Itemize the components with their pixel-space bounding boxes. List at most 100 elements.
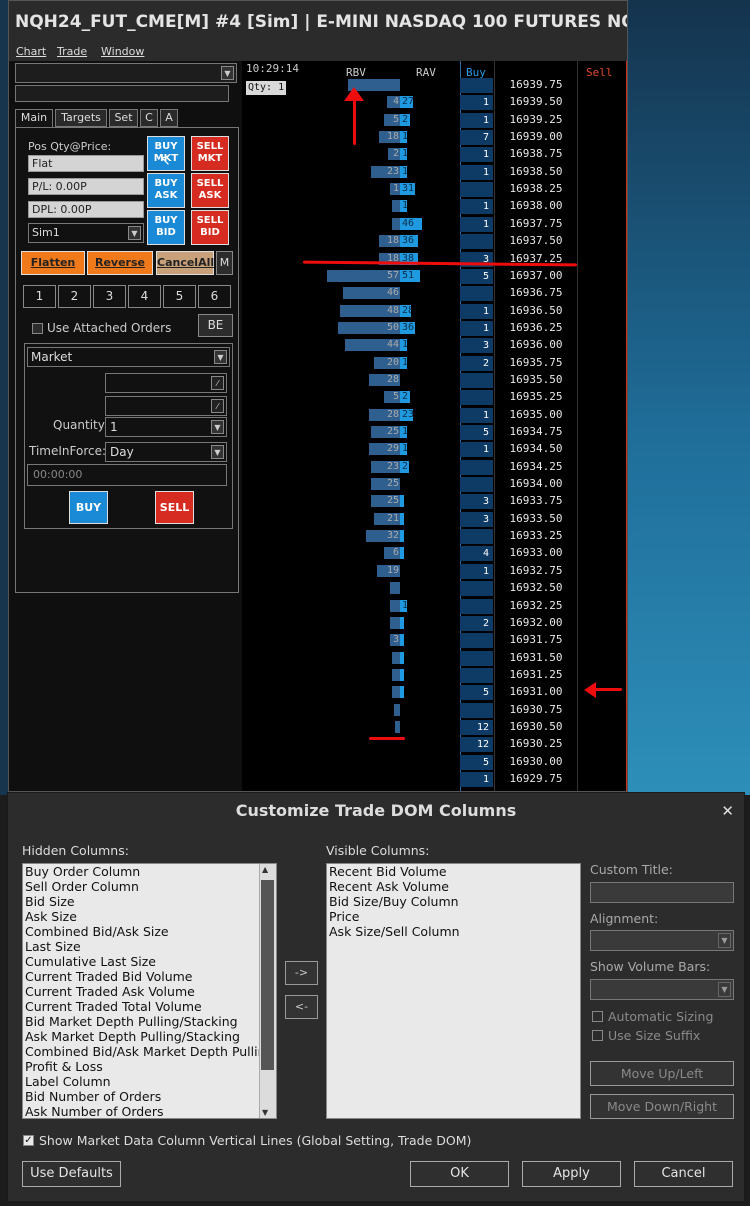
ladder-buy-cell[interactable]	[460, 78, 493, 93]
ladder-price[interactable]: 16939.75	[495, 77, 577, 93]
tab-a[interactable]: A	[160, 109, 178, 127]
visible-column-item[interactable]: Recent Bid Volume	[327, 864, 580, 879]
be-button[interactable]: BE	[198, 314, 233, 337]
apply-button[interactable]: Apply	[522, 1161, 621, 1187]
ladder-buy-cell[interactable]: 12	[460, 719, 493, 735]
ladder-buy-cell[interactable]	[460, 702, 493, 718]
reverse-button[interactable]: Reverse	[87, 251, 153, 275]
scroll-up-icon[interactable]: ▲	[262, 865, 268, 874]
ladder-buy-cell[interactable]: 7	[460, 130, 493, 146]
hidden-column-item[interactable]: Ask Size	[23, 909, 276, 924]
hidden-column-item[interactable]: Current Traded Total Volume	[23, 999, 276, 1014]
visible-column-item[interactable]: Bid Size/Buy Column	[327, 894, 580, 909]
dom-ladder[interactable]: 10:29:14 RBV RAV Buy Sell Qty: 1 16939.7…	[242, 61, 627, 791]
quantity-button-4[interactable]: 4	[128, 285, 161, 308]
hidden-columns-list[interactable]: Buy Order Column Sell Order Column Bid Siz…	[22, 863, 277, 1119]
ladder-price[interactable]: 16937.75	[495, 216, 577, 232]
ladder-buy-cell[interactable]	[460, 390, 493, 406]
sell-button[interactable]: SELL	[155, 491, 194, 524]
ladder-buy-cell[interactable]	[460, 477, 493, 493]
ladder-buy-cell[interactable]: 4	[460, 546, 493, 562]
price-input-1[interactable]: ⁄	[105, 373, 227, 393]
tab-targets[interactable]: Targets	[55, 109, 107, 127]
ladder-price[interactable]: 16935.25	[495, 389, 577, 405]
ladder-buy-cell[interactable]: 1	[460, 216, 493, 232]
show-volume-bars-dropdown[interactable]: ▼	[590, 979, 734, 1000]
ladder-price[interactable]: 16932.75	[495, 563, 577, 579]
scroll-thumb[interactable]	[261, 880, 274, 1070]
automatic-sizing-checkbox[interactable]	[592, 1011, 603, 1022]
ladder-price[interactable]: 16932.50	[495, 580, 577, 596]
ladder-buy-cell[interactable]: 2	[460, 355, 493, 371]
show-lines-checkbox[interactable]: ✓	[23, 1135, 34, 1146]
ladder-price[interactable]: 16931.25	[495, 667, 577, 683]
ladder-price[interactable]: 16937.50	[495, 233, 577, 249]
ladder-price[interactable]: 16935.50	[495, 372, 577, 388]
ladder-buy-cell[interactable]	[460, 581, 493, 597]
ladder-buy-cell[interactable]: 5	[460, 268, 493, 284]
ladder-price[interactable]: 16930.75	[495, 702, 577, 718]
ladder-buy-cell[interactable]: 5	[460, 685, 493, 701]
ladder-buy-cell[interactable]	[460, 667, 493, 683]
ladder-price[interactable]: 16938.25	[495, 181, 577, 197]
hidden-column-item[interactable]: Bid Number of Orders	[23, 1089, 276, 1104]
ladder-buy-cell[interactable]: 12	[460, 737, 493, 753]
ladder-price[interactable]: 16936.25	[495, 320, 577, 336]
visible-column-item[interactable]: Recent Ask Volume	[327, 879, 580, 894]
hidden-column-item[interactable]: Current Traded Ask Volume	[23, 984, 276, 999]
hidden-column-item[interactable]: Last Size	[23, 939, 276, 954]
text-input[interactable]	[15, 85, 229, 102]
ladder-buy-cell[interactable]: 3	[460, 511, 493, 527]
ladder-price[interactable]: 16933.50	[495, 511, 577, 527]
tab-c[interactable]: C	[140, 109, 158, 127]
quantity-button-2[interactable]: 2	[58, 285, 91, 308]
ladder-price[interactable]: 16935.75	[495, 355, 577, 371]
custom-title-input[interactable]	[590, 882, 734, 903]
tab-main[interactable]: Main	[15, 109, 53, 129]
ladder-buy-cell[interactable]	[460, 650, 493, 666]
visible-column-item[interactable]: Price	[327, 909, 580, 924]
menu-chart[interactable]: Chart	[16, 45, 46, 58]
hidden-column-item[interactable]: Current Traded Bid Volume	[23, 969, 276, 984]
ladder-price[interactable]: 16933.00	[495, 545, 577, 561]
ladder-buy-cell[interactable]: 1	[460, 563, 493, 579]
ladder-buy-cell[interactable]	[460, 633, 493, 649]
ladder-buy-cell[interactable]: 3	[460, 338, 493, 354]
ladder-price[interactable]: 16936.75	[495, 285, 577, 301]
ladder-price[interactable]: 16939.25	[495, 112, 577, 128]
ladder-buy-cell[interactable]	[460, 286, 493, 302]
ladder-buy-cell[interactable]	[460, 459, 493, 475]
order-type-dropdown[interactable]: Market ▼	[27, 347, 230, 367]
ladder-price[interactable]: 16935.00	[495, 407, 577, 423]
hidden-column-item[interactable]: Combined Bid/Ask Market Depth Pulling/St…	[23, 1044, 276, 1059]
ladder-price[interactable]: 16937.00	[495, 268, 577, 284]
ok-button[interactable]: OK	[410, 1161, 509, 1187]
ladder-buy-cell[interactable]	[460, 598, 493, 614]
ladder-buy-cell[interactable]: 5	[460, 754, 493, 770]
ladder-buy-cell[interactable]: 1	[460, 320, 493, 336]
ladder-price[interactable]: 16934.00	[495, 476, 577, 492]
hidden-column-item[interactable]: Label Column	[23, 1074, 276, 1089]
ladder-buy-cell[interactable]: 1	[460, 303, 493, 319]
ladder-price[interactable]: 16939.00	[495, 129, 577, 145]
hidden-column-item[interactable]: Cumulative Last Size	[23, 954, 276, 969]
use-defaults-button[interactable]: Use Defaults	[22, 1161, 121, 1187]
ladder-price[interactable]: 16930.25	[495, 736, 577, 752]
quantity-button-3[interactable]: 3	[93, 285, 126, 308]
buy-button[interactable]: BUY	[69, 491, 108, 524]
cancel-button[interactable]: Cancel	[634, 1161, 733, 1187]
move-up-button[interactable]: Move Up/Left	[590, 1061, 734, 1086]
quantity-button-6[interactable]: 6	[198, 285, 231, 308]
sell-bid-button[interactable]: SELL BID	[191, 210, 229, 245]
ladder-buy-cell[interactable]: 3	[460, 494, 493, 510]
price-input-2[interactable]: ⁄	[105, 396, 227, 416]
ladder-buy-cell[interactable]: 1	[460, 95, 493, 111]
ladder-price[interactable]: 16934.75	[495, 424, 577, 440]
hidden-column-item[interactable]: Buy Order Column	[23, 864, 276, 879]
ladder-price[interactable]: 16932.00	[495, 615, 577, 631]
ladder-price[interactable]: 16932.25	[495, 598, 577, 614]
ladder-buy-cell[interactable]: 1	[460, 147, 493, 163]
cancel-all-button[interactable]: CancelAll	[156, 251, 214, 275]
hidden-column-item[interactable]: Bid Size	[23, 894, 276, 909]
remove-column-button[interactable]: <-	[285, 995, 318, 1019]
